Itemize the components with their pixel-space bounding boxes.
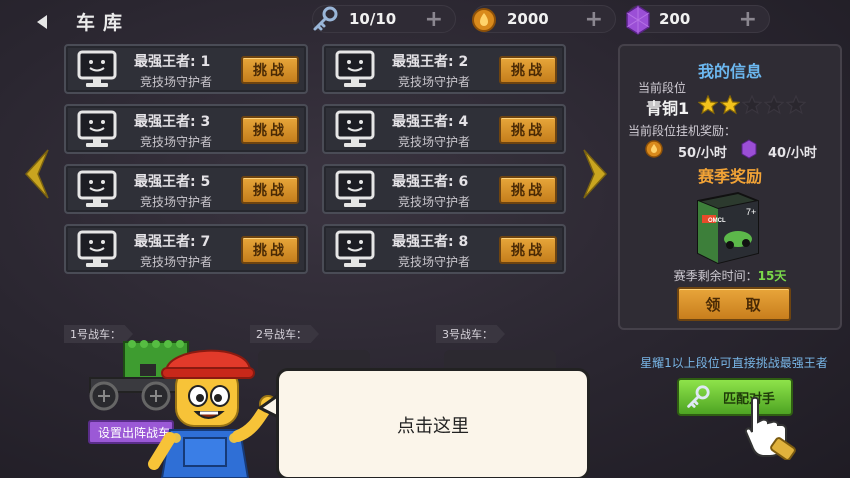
opponent-subtitle: 竞技场守护者: [398, 135, 471, 149]
rank-stars: [698, 95, 806, 115]
idle-reward-label: 当前段位挂机奖励：: [628, 124, 737, 138]
gems-resource: 200 +: [626, 5, 770, 35]
opponent-name: 最强王者: 1: [134, 54, 211, 70]
opponent-card: 最强王者: 3 竞技场守护者 挑战: [64, 104, 308, 154]
key-icon: [687, 385, 710, 408]
crate-age-badge: 7+: [746, 207, 756, 217]
opponent-card: 最强王者: 8 竞技场守护者 挑战: [322, 224, 566, 274]
opponent-subtitle: 竞技场守护者: [140, 255, 213, 269]
star-empty-icon: [786, 95, 806, 115]
slot-label-3: 3号战车：: [436, 325, 505, 343]
opponent-name: 最强王者: 2: [392, 54, 469, 70]
opponent-card: 最强王者: 4 竞技场守护者 挑战: [322, 104, 566, 154]
opponent-name: 最强王者: 4: [392, 114, 469, 130]
opponent-subtitle: 竞技场守护者: [140, 75, 213, 89]
remaining-days: 15天: [757, 269, 787, 283]
challenge-button[interactable]: 挑战: [241, 176, 299, 204]
prev-page-arrow-icon[interactable]: [20, 146, 52, 202]
fuel-coin-icon: [467, 3, 501, 37]
page-title: 车库: [76, 12, 131, 34]
season-remaining: 赛季剩余时间：15天: [618, 267, 842, 284]
back-button[interactable]: [30, 10, 54, 34]
rank-name: 青铜1: [646, 99, 690, 118]
next-page-arrow-icon[interactable]: [580, 146, 612, 202]
back-arrow-icon: [37, 15, 47, 29]
mechanic-character-icon: [148, 349, 277, 478]
opponent-card: 最强王者: 5 竞技场守护者 挑战: [64, 164, 308, 214]
gem-rate: 40/小时: [768, 146, 817, 161]
opponent-subtitle: 竞技场守护者: [398, 75, 471, 89]
opponent-name: 最强王者: 6: [392, 174, 469, 190]
star-empty-icon: [764, 95, 784, 115]
add-keys-button[interactable]: +: [425, 7, 443, 32]
opponent-card: 最强王者: 7 竞技场守护者 挑战: [64, 224, 308, 274]
rank-label: 当前段位: [638, 81, 687, 95]
challenge-button[interactable]: 挑战: [499, 176, 557, 204]
opponent-name: 最强王者: 5: [134, 174, 211, 190]
fuel-coin-icon: [645, 140, 663, 158]
monitor-avatar-icon: [77, 110, 117, 147]
key-icon: [307, 3, 341, 37]
fuel-count: 2000: [507, 10, 549, 28]
opponent-subtitle: 竞技场守护者: [140, 195, 213, 209]
challenge-button[interactable]: 挑战: [241, 56, 299, 84]
challenge-button[interactable]: 挑战: [241, 116, 299, 144]
remaining-label: 赛季剩余时间：: [673, 269, 758, 283]
keys-resource: 10/10 +: [312, 5, 456, 33]
star-filled-icon: [698, 95, 718, 115]
reward-crate-icon: OMCL 7+: [697, 191, 759, 265]
challenge-button[interactable]: 挑战: [241, 236, 299, 264]
monitor-avatar-icon: [335, 230, 375, 267]
challenge-button[interactable]: 挑战: [499, 116, 557, 144]
fuel-resource: 2000 +: [472, 5, 616, 33]
star-filled-icon: [720, 95, 740, 115]
tutorial-text: 点击这里: [397, 416, 469, 437]
opponent-subtitle: 竞技场守护者: [140, 135, 213, 149]
monitor-avatar-icon: [335, 110, 375, 147]
purple-gem-icon: [621, 3, 655, 37]
monitor-avatar-icon: [335, 50, 375, 87]
opponent-name: 最强王者: 8: [392, 234, 469, 250]
purple-gem-icon: [741, 139, 757, 159]
opponent-name: 最强王者: 7: [134, 234, 211, 250]
opponent-card: 最强王者: 2 竞技场守护者 挑战: [322, 44, 566, 94]
keys-count: 10/10: [349, 10, 397, 28]
season-reward-title: 赛季奖励: [697, 167, 762, 186]
challenge-button[interactable]: 挑战: [499, 56, 557, 84]
claim-button[interactable]: 领 取: [677, 287, 791, 321]
coin-rate: 50/小时: [678, 146, 727, 161]
add-fuel-button[interactable]: +: [585, 7, 603, 32]
opponent-subtitle: 竞技场守护者: [398, 255, 471, 269]
opponent-card: 最强王者: 6 竞技场守护者 挑战: [322, 164, 566, 214]
challenge-button[interactable]: 挑战: [499, 236, 557, 264]
crate-brand-label: OMCL: [708, 218, 726, 224]
opponent-name: 最强王者: 3: [134, 114, 211, 130]
opponent-subtitle: 竞技场守护者: [398, 195, 471, 209]
opponent-card: 最强王者: 1 竞技场守护者 挑战: [64, 44, 308, 94]
pointing-hand-icon: [744, 396, 796, 460]
add-gems-button[interactable]: +: [739, 7, 757, 32]
monitor-avatar-icon: [335, 170, 375, 207]
challenge-hint: 星耀1以上段位可直接挑战最强王者: [640, 356, 828, 370]
monitor-avatar-icon: [77, 170, 117, 207]
monitor-avatar-icon: [77, 230, 117, 267]
monitor-avatar-icon: [77, 50, 117, 87]
star-empty-icon: [742, 95, 762, 115]
gems-count: 200: [659, 10, 691, 28]
